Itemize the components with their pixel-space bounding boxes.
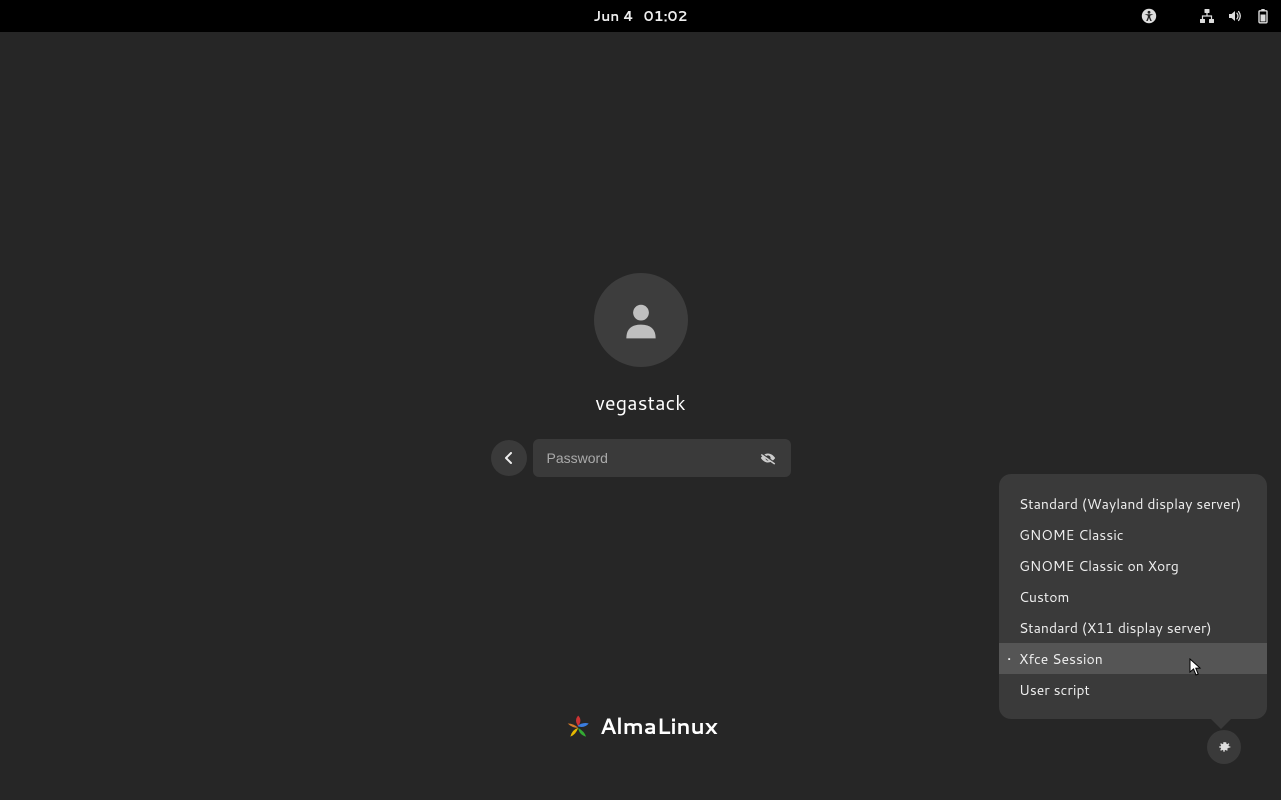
password-field-wrap: [533, 439, 791, 477]
gear-icon: [1216, 739, 1232, 755]
clock-date: Jun 4: [593, 6, 633, 26]
back-button[interactable]: [491, 440, 527, 476]
session-item-standard-x11[interactable]: Standard (X11 display server): [999, 612, 1267, 643]
clock[interactable]: Jun 4 01:02: [593, 6, 687, 26]
password-row: [491, 439, 791, 477]
top-bar: Jun 4 01:02: [0, 0, 1281, 32]
session-item-custom[interactable]: Custom: [999, 581, 1267, 612]
volume-icon[interactable]: [1227, 8, 1243, 24]
power-icon[interactable]: [1255, 8, 1271, 24]
password-input[interactable]: [547, 450, 755, 466]
selected-dot-icon: •: [1007, 649, 1011, 669]
session-menu: Standard (Wayland display server) GNOME …: [999, 474, 1267, 719]
clock-time: 01:02: [644, 6, 688, 26]
session-item-user-script[interactable]: User script: [999, 674, 1267, 705]
avatar: [594, 273, 688, 367]
session-item-standard-wayland[interactable]: Standard (Wayland display server): [999, 488, 1267, 519]
system-tray: [1141, 0, 1271, 32]
chevron-left-icon: [503, 452, 515, 464]
distro-name: AlmaLinux: [600, 711, 718, 742]
session-item-gnome-classic-xorg[interactable]: GNOME Classic on Xorg: [999, 550, 1267, 581]
eye-off-icon: [759, 449, 777, 467]
session-item-gnome-classic[interactable]: GNOME Classic: [999, 519, 1267, 550]
network-icon[interactable]: [1199, 8, 1215, 24]
toggle-visibility-button[interactable]: [755, 445, 781, 471]
session-settings-button[interactable]: [1207, 730, 1241, 764]
username-label: vegastack: [595, 389, 686, 417]
login-area: vegastack: [491, 273, 791, 477]
user-icon: [619, 298, 663, 342]
accessibility-icon[interactable]: [1141, 8, 1157, 24]
session-item-xfce[interactable]: •Xfce Session: [999, 643, 1267, 674]
almalinux-logo-icon: [564, 713, 592, 741]
distro-branding: AlmaLinux: [564, 711, 718, 742]
